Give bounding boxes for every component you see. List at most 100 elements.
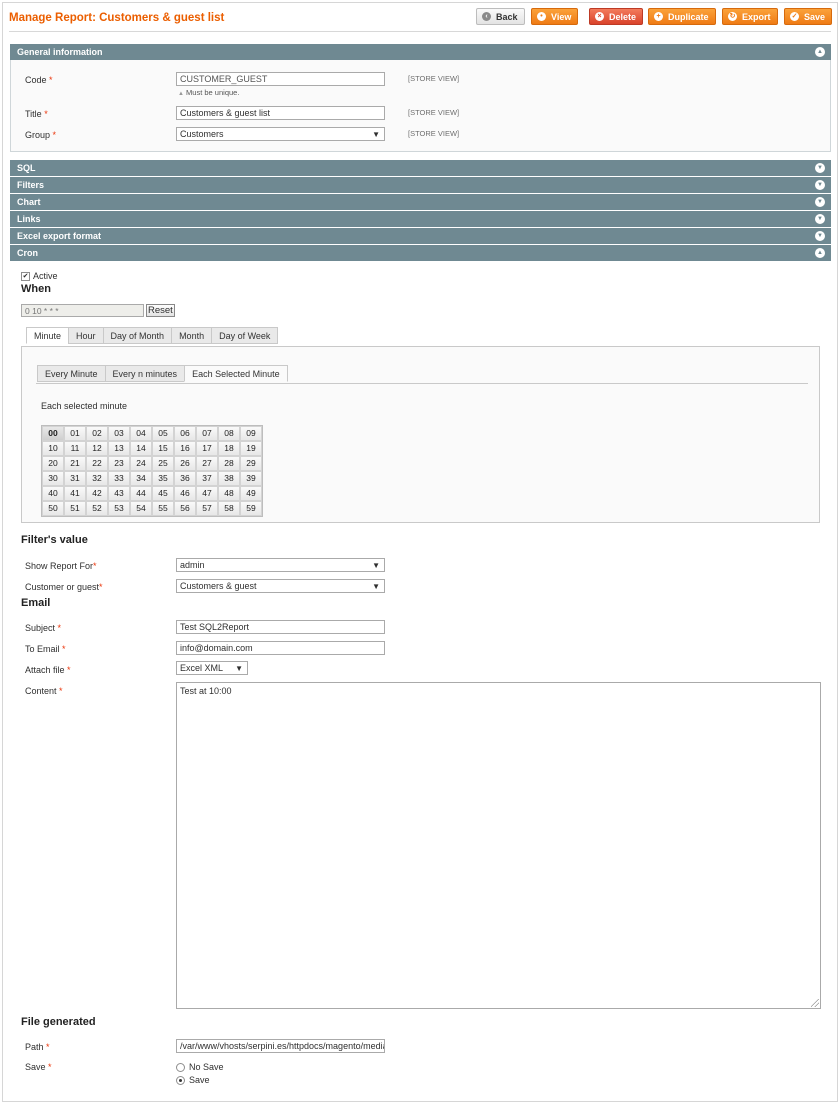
path-input[interactable]: /var/www/vhosts/serpini.es/httpdocs/mage… <box>176 1039 385 1053</box>
minute-cell[interactable]: 49 <box>240 486 262 501</box>
minute-cell[interactable]: 59 <box>240 501 262 516</box>
minute-cell[interactable]: 19 <box>240 441 262 456</box>
minute-cell[interactable]: 41 <box>64 486 86 501</box>
minute-cell[interactable]: 07 <box>196 426 218 441</box>
minute-cell[interactable]: 14 <box>130 441 152 456</box>
customer-or-guest-select[interactable]: Customers & guest ▼ <box>176 579 385 593</box>
minute-cell[interactable]: 09 <box>240 426 262 441</box>
minute-cell[interactable]: 37 <box>196 471 218 486</box>
section-chart-header[interactable]: Chart ▼ <box>10 194 831 210</box>
save-radio[interactable]: Save <box>176 1075 210 1085</box>
section-general-header[interactable]: General information ▲ <box>10 44 831 60</box>
minute-cell[interactable]: 39 <box>240 471 262 486</box>
minute-cell[interactable]: 25 <box>152 456 174 471</box>
to-email-input[interactable]: info@domain.com <box>176 641 385 655</box>
minute-cell[interactable]: 54 <box>130 501 152 516</box>
subtab-every-n-minutes[interactable]: Every n minutes <box>104 365 186 382</box>
tab-month[interactable]: Month <box>171 327 213 344</box>
minute-cell[interactable]: 15 <box>152 441 174 456</box>
minute-cell[interactable]: 47 <box>196 486 218 501</box>
back-button[interactable]: ‹ Back <box>476 8 525 25</box>
no-save-radio[interactable]: No Save <box>176 1062 224 1072</box>
minute-cell[interactable]: 23 <box>108 456 130 471</box>
minute-cell[interactable]: 02 <box>86 426 108 441</box>
show-report-for-select[interactable]: admin ▼ <box>176 558 385 572</box>
minute-cell[interactable]: 36 <box>174 471 196 486</box>
reset-button[interactable]: Reset <box>146 304 175 317</box>
minute-cell[interactable]: 46 <box>174 486 196 501</box>
tab-day-of-month[interactable]: Day of Month <box>102 327 173 344</box>
delete-button[interactable]: × Delete <box>589 8 644 25</box>
section-sql-header[interactable]: SQL ▼ <box>10 160 831 176</box>
minute-cell[interactable]: 56 <box>174 501 196 516</box>
content-textarea[interactable]: Test at 10:00 <box>176 682 821 1009</box>
minute-cell[interactable]: 53 <box>108 501 130 516</box>
minute-cell[interactable]: 29 <box>240 456 262 471</box>
minute-cell[interactable]: 17 <box>196 441 218 456</box>
minute-cell[interactable]: 30 <box>42 471 64 486</box>
minute-cell[interactable]: 24 <box>130 456 152 471</box>
title-input[interactable]: Customers & guest list <box>176 106 385 120</box>
minute-cell[interactable]: 04 <box>130 426 152 441</box>
attach-file-select[interactable]: Excel XML ▼ <box>176 661 248 675</box>
minute-cell[interactable]: 27 <box>196 456 218 471</box>
subtab-every-minute[interactable]: Every Minute <box>37 365 106 382</box>
minute-cell[interactable]: 03 <box>108 426 130 441</box>
active-checkbox[interactable]: ✔ Active <box>21 271 58 281</box>
minute-cell[interactable]: 33 <box>108 471 130 486</box>
tab-hour[interactable]: Hour <box>68 327 104 344</box>
minute-cell[interactable]: 21 <box>64 456 86 471</box>
cron-expression-input[interactable]: 0 10 * * * <box>21 304 144 317</box>
minute-cell[interactable]: 11 <box>64 441 86 456</box>
save-button[interactable]: ✓ Save <box>784 8 833 25</box>
minute-cell[interactable]: 20 <box>42 456 64 471</box>
minute-cell[interactable]: 48 <box>218 486 240 501</box>
minute-cell[interactable]: 13 <box>108 441 130 456</box>
section-filters-header[interactable]: Filters ▼ <box>10 177 831 193</box>
minute-cell[interactable]: 18 <box>218 441 240 456</box>
minute-cell[interactable]: 38 <box>218 471 240 486</box>
minute-cell[interactable]: 51 <box>64 501 86 516</box>
section-excel-header[interactable]: Excel export format ▼ <box>10 228 831 244</box>
minute-cell[interactable]: 28 <box>218 456 240 471</box>
minute-cell[interactable]: 16 <box>174 441 196 456</box>
collapse-icon: ▲ <box>815 248 825 258</box>
section-cron-header[interactable]: Cron ▲ <box>10 245 831 261</box>
minute-cell[interactable]: 01 <box>64 426 86 441</box>
tab-minute[interactable]: Minute <box>26 327 70 344</box>
minute-cell[interactable]: 00 <box>42 426 64 441</box>
minute-cell[interactable]: 58 <box>218 501 240 516</box>
minute-cell[interactable]: 06 <box>174 426 196 441</box>
minute-cell[interactable]: 40 <box>42 486 64 501</box>
export-button[interactable]: ↻ Export <box>722 8 778 25</box>
minute-cell[interactable]: 22 <box>86 456 108 471</box>
resize-handle-icon[interactable] <box>811 999 819 1007</box>
group-select[interactable]: Customers ▼ <box>176 127 385 141</box>
minute-cell[interactable]: 10 <box>42 441 64 456</box>
subject-input[interactable]: Test SQL2Report <box>176 620 385 634</box>
section-links-header[interactable]: Links ▼ <box>10 211 831 227</box>
minute-cell[interactable]: 55 <box>152 501 174 516</box>
code-input[interactable]: CUSTOMER_GUEST <box>176 72 385 86</box>
minute-cell[interactable]: 26 <box>174 456 196 471</box>
minute-cell[interactable]: 34 <box>130 471 152 486</box>
minute-cell[interactable]: 32 <box>86 471 108 486</box>
minute-cell[interactable]: 50 <box>42 501 64 516</box>
minute-cell[interactable]: 31 <box>64 471 86 486</box>
minute-subtabs: Every Minute Every n minutes Each Select… <box>37 365 288 382</box>
minute-cell[interactable]: 08 <box>218 426 240 441</box>
minute-cell[interactable]: 52 <box>86 501 108 516</box>
subtab-each-selected-minute[interactable]: Each Selected Minute <box>184 365 288 382</box>
minute-cell[interactable]: 42 <box>86 486 108 501</box>
group-scope: [STORE VIEW] <box>408 129 460 138</box>
minute-cell[interactable]: 12 <box>86 441 108 456</box>
duplicate-button[interactable]: + Duplicate <box>648 8 716 25</box>
tab-day-of-week[interactable]: Day of Week <box>211 327 279 344</box>
minute-cell[interactable]: 05 <box>152 426 174 441</box>
minute-cell[interactable]: 43 <box>108 486 130 501</box>
minute-cell[interactable]: 57 <box>196 501 218 516</box>
minute-cell[interactable]: 45 <box>152 486 174 501</box>
minute-cell[interactable]: 35 <box>152 471 174 486</box>
minute-cell[interactable]: 44 <box>130 486 152 501</box>
view-button[interactable]: • View <box>531 8 579 25</box>
